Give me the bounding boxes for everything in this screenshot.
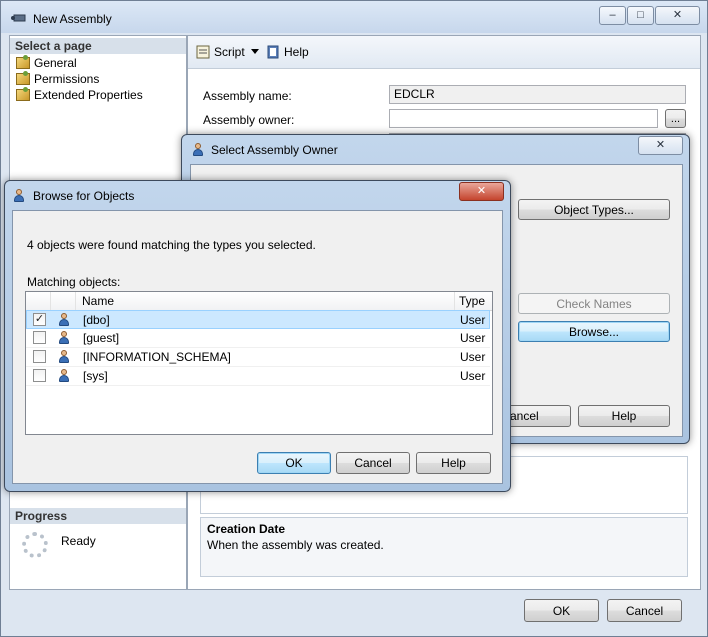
row-type: User [460,331,486,345]
page-extended-properties[interactable]: Extended Properties [16,87,143,103]
script-dropdown-icon[interactable] [251,49,259,54]
maximize-button[interactable]: □ [627,6,654,25]
cancel-button[interactable]: Cancel [607,599,682,622]
progress-spinner-icon [22,532,48,558]
browse-dialog-body: 4 objects were found matching the types … [12,210,503,484]
script-icon [196,45,210,59]
object-types-button[interactable]: Object Types... [518,199,670,220]
user-icon [58,313,70,326]
row-checkbox[interactable] [33,350,46,363]
browse-dialog: Browse for Objects ✕ 4 objects were foun… [4,180,511,492]
list-header: Name Type [26,292,492,311]
table-row[interactable]: ✓ [dbo] User [26,310,490,329]
row-name: [sys] [83,369,108,383]
row-name: [dbo] [83,313,110,327]
browse-close-button[interactable]: ✕ [459,182,504,201]
window-title: New Assembly [33,12,112,26]
row-type: User [460,350,486,364]
column-separator [75,292,76,310]
column-header-type[interactable]: Type [459,292,485,310]
page-general[interactable]: General [16,55,77,71]
column-separator [50,292,51,310]
select-owner-title: Select Assembly Owner [211,143,338,157]
matching-objects-label: Matching objects: [27,275,121,289]
table-row[interactable]: [INFORMATION_SCHEMA] User [26,348,490,367]
column-header-name[interactable]: Name [82,292,114,310]
row-checkbox[interactable]: ✓ [33,313,46,326]
assembly-name-field[interactable]: EDCLR [389,85,686,104]
found-message: 4 objects were found matching the types … [27,238,316,252]
help-label: Help [284,45,309,59]
assembly-name-label: Assembly name: [203,89,292,103]
check-names-button[interactable]: Check Names [518,293,670,314]
select-owner-cancel-button[interactable]: ancel [503,405,571,427]
row-type: User [460,313,486,327]
row-name: [INFORMATION_SCHEMA] [83,350,231,364]
select-page-header: Select a page [10,38,186,54]
ok-button[interactable]: OK [524,599,599,622]
page-permissions-label: Permissions [34,72,100,86]
column-separator [454,292,455,310]
progress-header: Progress [10,508,186,524]
minimize-button[interactable]: – [599,6,626,25]
objects-list[interactable]: Name Type ✓ [dbo] User [guest] User [INF… [25,291,493,435]
browse-ok-button[interactable]: OK [257,452,331,474]
app-icon [10,12,26,22]
help-button[interactable]: Help [266,44,309,60]
toolbar: Script Help [188,36,700,69]
user-icon [13,189,25,202]
browse-dialog-title: Browse for Objects [33,189,135,203]
user-icon [58,350,70,363]
description-panel: Creation Date When the assembly was crea… [200,517,688,577]
user-icon [58,369,70,382]
script-label: Script [214,45,245,59]
browse-cancel-button[interactable]: Cancel [336,452,410,474]
help-icon [266,45,280,59]
page-permissions[interactable]: Permissions [16,71,99,87]
table-row[interactable]: [guest] User [26,329,490,348]
close-button[interactable]: ✕ [655,6,700,25]
page-icon [16,87,30,101]
progress-status: Ready [61,534,96,548]
row-name: [guest] [83,331,120,345]
assembly-owner-label: Assembly owner: [203,113,295,127]
user-icon [192,143,204,156]
description-text: When the assembly was created. [207,538,384,552]
browse-owner-button[interactable]: ... [665,109,686,128]
browse-button[interactable]: Browse... [518,321,670,342]
user-icon [58,331,70,344]
page-icon [16,71,30,85]
page-icon [16,55,30,69]
select-owner-close-button[interactable]: ✕ [638,136,683,155]
main-titlebar[interactable]: New Assembly – □ ✕ [1,1,707,33]
row-checkbox[interactable] [33,369,46,382]
row-type: User [460,369,486,383]
row-checkbox[interactable] [33,331,46,344]
description-title: Creation Date [207,522,286,536]
page-general-label: General [34,56,77,70]
page-extended-properties-label: Extended Properties [34,88,143,102]
select-owner-help-button[interactable]: Help [578,405,670,427]
browse-help-button[interactable]: Help [416,452,491,474]
script-button[interactable]: Script [196,44,245,60]
assembly-owner-field[interactable] [389,109,658,128]
table-row[interactable]: [sys] User [26,367,490,386]
